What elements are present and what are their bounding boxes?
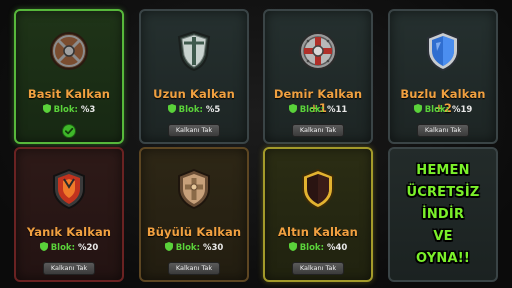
long-kite-shield-icon	[172, 29, 216, 73]
block-value: %40	[326, 243, 348, 253]
block-label: Blok:	[299, 243, 324, 253]
shield-card-basit[interactable]: Basit Kalkan Blok: %3	[14, 9, 124, 144]
block-label: Blok:	[424, 105, 449, 115]
promo-line: ÜCRETSİZ	[406, 184, 480, 200]
block-value: %11	[326, 105, 348, 115]
promo-line: İNDİR	[421, 206, 465, 222]
ice-shield-icon	[421, 29, 465, 73]
small-shield-icon	[42, 104, 51, 113]
equip-shield-button[interactable]: Kalkanı Tak	[417, 124, 469, 137]
shield-card-buzlu[interactable]: Buzlu Kalkan +2 Blok: %19 Kalkanı Tak	[388, 9, 498, 144]
block-value: %30	[202, 243, 224, 253]
block-value: %20	[77, 243, 99, 253]
promo-line: OYNA!!	[416, 250, 470, 266]
shield-name: Büyülü Kalkan	[146, 225, 242, 239]
small-shield-icon	[288, 242, 297, 251]
block-label: Blok:	[175, 243, 200, 253]
small-shield-icon	[164, 242, 173, 251]
equip-shield-button[interactable]: Kalkanı Tak	[43, 262, 95, 275]
block-label: Blok:	[299, 105, 324, 115]
block-stat: Blok: %20	[16, 242, 122, 253]
iron-round-shield-icon	[296, 29, 340, 73]
block-label: Blok:	[50, 243, 75, 253]
shield-card-yanik[interactable]: Yanık Kalkan Blok: %20 Kalkanı Tak	[14, 147, 124, 282]
shield-card-altin[interactable]: Altın Kalkan Blok: %40 Kalkanı Tak	[263, 147, 373, 282]
block-stat: Blok: %30	[141, 242, 247, 253]
block-label: Blok:	[53, 105, 78, 115]
block-stat: Blok: %5	[141, 104, 247, 115]
shield-card-uzun[interactable]: Uzun Kalkan Blok: %5 Kalkanı Tak	[139, 9, 249, 144]
promo-line: HEMEN	[416, 162, 470, 178]
shield-name: Yanık Kalkan	[26, 225, 112, 239]
block-value: %3	[80, 105, 96, 115]
block-label: Blok:	[178, 105, 203, 115]
magic-shield-icon	[172, 167, 216, 211]
small-shield-icon	[39, 242, 48, 251]
shield-name: Uzun Kalkan	[153, 87, 235, 101]
shield-card-demir[interactable]: Demir Kalkan +1 Blok: %11 Kalkanı Tak	[263, 9, 373, 144]
small-shield-icon	[167, 104, 176, 113]
block-stat: Blok: %11	[265, 104, 371, 115]
equip-shield-button[interactable]: Kalkanı Tak	[168, 262, 220, 275]
equip-shield-button[interactable]: Kalkanı Tak	[292, 124, 344, 137]
golden-shield-icon	[296, 167, 340, 211]
round-wooden-shield-icon	[47, 29, 91, 73]
equipped-check-icon	[62, 124, 76, 138]
promo-line: VE	[433, 228, 453, 244]
shield-name: Basit Kalkan	[27, 87, 111, 101]
shield-name: Altın Kalkan	[278, 225, 358, 239]
small-shield-icon	[413, 104, 422, 113]
small-shield-icon	[288, 104, 297, 113]
block-stat: Blok: %3	[16, 104, 122, 115]
equip-shield-button[interactable]: Kalkanı Tak	[292, 262, 344, 275]
shield-card-buyulu[interactable]: Büyülü Kalkan Blok: %30 Kalkanı Tak	[139, 147, 249, 282]
block-value: %5	[205, 105, 221, 115]
block-value: %19	[451, 105, 473, 115]
equip-shield-button[interactable]: Kalkanı Tak	[168, 124, 220, 137]
promo-banner: HEMEN ÜCRETSİZ İNDİR VE OYNA!!	[388, 147, 498, 282]
block-stat: Blok: %40	[265, 242, 371, 253]
burnt-shield-icon	[47, 167, 91, 211]
block-stat: Blok: %19	[390, 104, 496, 115]
